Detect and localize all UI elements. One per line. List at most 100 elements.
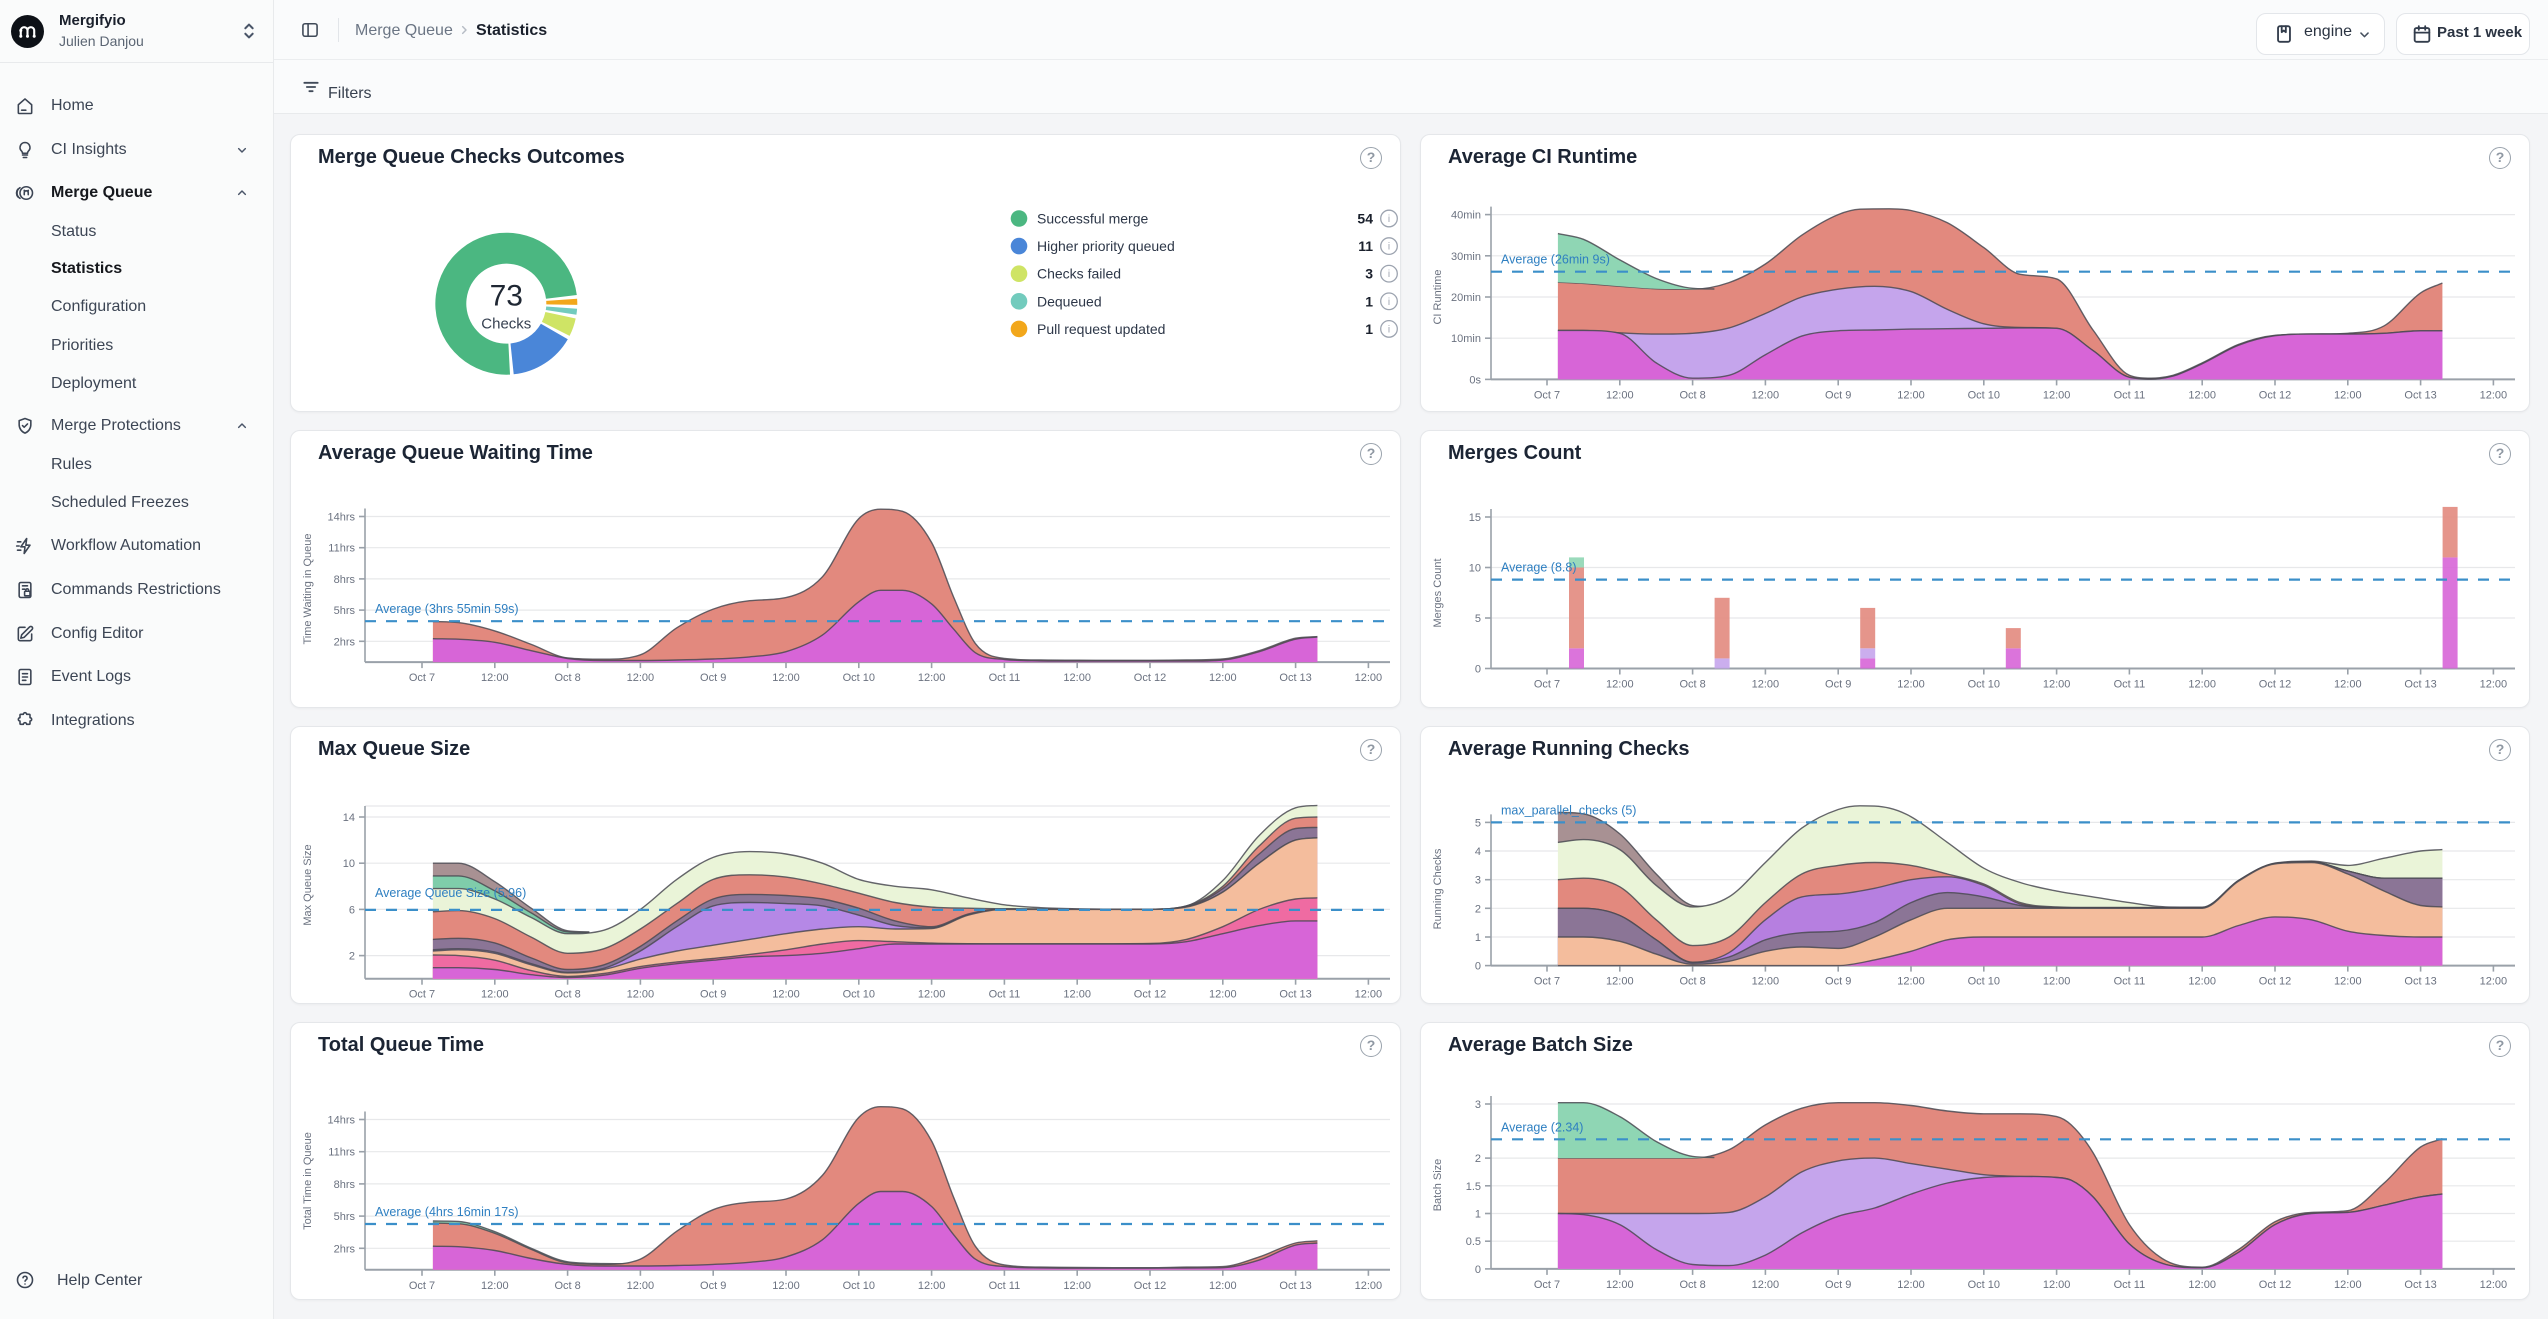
svg-text:Oct 10: Oct 10 [843, 672, 875, 684]
svg-text:12:00: 12:00 [1063, 672, 1091, 684]
svg-text:Oct 7: Oct 7 [409, 1280, 435, 1292]
svg-text:Oct 12: Oct 12 [2259, 389, 2291, 401]
svg-text:12:00: 12:00 [1897, 679, 1925, 691]
svg-text:i: i [1388, 324, 1390, 335]
svg-text:12:00: 12:00 [918, 989, 946, 1001]
svg-text:12:00: 12:00 [1355, 672, 1383, 684]
svg-text:Oct 13: Oct 13 [2404, 679, 2436, 691]
svg-text:12:00: 12:00 [1355, 1280, 1383, 1292]
svg-text:Max Queue Size: Max Queue Size [302, 844, 314, 925]
svg-text:Oct 13: Oct 13 [1279, 1280, 1311, 1292]
svg-text:12:00: 12:00 [481, 1280, 509, 1292]
svg-text:Oct 13: Oct 13 [2404, 976, 2436, 988]
svg-text:40min: 40min [1451, 210, 1481, 222]
svg-text:1: 1 [1475, 932, 1481, 944]
svg-text:15: 15 [1469, 512, 1481, 524]
svg-text:12:00: 12:00 [2043, 679, 2071, 691]
svg-text:Oct 12: Oct 12 [2259, 976, 2291, 988]
svg-text:8hrs: 8hrs [334, 574, 356, 586]
svg-text:Oct 12: Oct 12 [2259, 1279, 2291, 1291]
svg-text:1: 1 [1365, 293, 1373, 309]
svg-text:12:00: 12:00 [627, 1280, 655, 1292]
svg-text:12:00: 12:00 [2480, 389, 2508, 401]
svg-text:12:00: 12:00 [1752, 679, 1780, 691]
svg-text:Oct 10: Oct 10 [1968, 1279, 2000, 1291]
svg-text:12:00: 12:00 [1209, 989, 1237, 1001]
svg-text:12:00: 12:00 [1355, 989, 1383, 1001]
svg-text:Oct 9: Oct 9 [700, 1280, 726, 1292]
svg-text:2hrs: 2hrs [334, 636, 356, 648]
svg-text:5hrs: 5hrs [334, 1211, 356, 1223]
svg-text:Oct 11: Oct 11 [2114, 679, 2146, 691]
svg-text:11hrs: 11hrs [328, 1147, 355, 1159]
svg-text:Oct 12: Oct 12 [1134, 989, 1166, 1001]
svg-text:Oct 10: Oct 10 [1968, 679, 2000, 691]
svg-text:0s: 0s [1469, 374, 1481, 386]
svg-text:Oct 12: Oct 12 [1134, 1280, 1166, 1292]
svg-text:73: 73 [490, 280, 523, 313]
svg-text:12:00: 12:00 [2480, 976, 2508, 988]
svg-text:12:00: 12:00 [481, 989, 509, 1001]
svg-text:Oct 11: Oct 11 [989, 1280, 1021, 1292]
svg-text:2: 2 [349, 951, 355, 963]
svg-text:12:00: 12:00 [918, 1280, 946, 1292]
svg-text:Merges Count: Merges Count [1432, 558, 1444, 627]
svg-text:12:00: 12:00 [2480, 679, 2508, 691]
svg-text:12:00: 12:00 [1606, 976, 1634, 988]
svg-text:12:00: 12:00 [1606, 679, 1634, 691]
svg-text:10: 10 [343, 858, 355, 870]
svg-text:2: 2 [1475, 903, 1481, 915]
svg-text:Oct 11: Oct 11 [2114, 389, 2146, 401]
svg-text:12:00: 12:00 [627, 989, 655, 1001]
svg-text:2: 2 [1475, 1153, 1481, 1165]
svg-text:Oct 7: Oct 7 [1534, 679, 1560, 691]
svg-text:12:00: 12:00 [1063, 1280, 1091, 1292]
svg-text:12:00: 12:00 [1606, 1279, 1634, 1291]
svg-text:5: 5 [1475, 613, 1481, 625]
svg-text:10min: 10min [1451, 333, 1481, 345]
svg-text:i: i [1388, 269, 1390, 280]
svg-text:Average (8.8): Average (8.8) [1501, 561, 1577, 575]
svg-text:Oct 13: Oct 13 [1279, 989, 1311, 1001]
svg-text:Oct 8: Oct 8 [1679, 679, 1705, 691]
svg-text:12:00: 12:00 [2188, 1279, 2216, 1291]
svg-text:Oct 7: Oct 7 [409, 672, 435, 684]
svg-text:0: 0 [1475, 664, 1481, 676]
svg-text:Oct 8: Oct 8 [554, 989, 580, 1001]
svg-text:1: 1 [1365, 321, 1373, 337]
svg-text:12:00: 12:00 [627, 672, 655, 684]
svg-text:14hrs: 14hrs [327, 1115, 355, 1127]
svg-text:Higher priority queued: Higher priority queued [1037, 238, 1175, 254]
svg-text:CI Runtime: CI Runtime [1432, 269, 1444, 324]
svg-text:12:00: 12:00 [1063, 989, 1091, 1001]
svg-text:i: i [1388, 242, 1390, 253]
svg-text:12:00: 12:00 [918, 672, 946, 684]
svg-text:Successful merge: Successful merge [1037, 211, 1148, 227]
svg-text:Oct 10: Oct 10 [843, 1280, 875, 1292]
svg-text:8hrs: 8hrs [334, 1179, 356, 1191]
svg-text:i: i [1388, 214, 1390, 225]
svg-text:0: 0 [1475, 1264, 1481, 1276]
svg-text:Oct 13: Oct 13 [2404, 389, 2436, 401]
svg-text:12:00: 12:00 [2188, 976, 2216, 988]
svg-text:Batch Size: Batch Size [1432, 1159, 1444, 1212]
svg-text:Total Time in Queue: Total Time in Queue [302, 1132, 314, 1230]
svg-text:Oct 10: Oct 10 [1968, 389, 2000, 401]
svg-text:3: 3 [1475, 1099, 1481, 1111]
svg-text:Average Queue Size (5.96): Average Queue Size (5.96) [375, 886, 526, 900]
svg-text:12:00: 12:00 [1209, 1280, 1237, 1292]
svg-text:Oct 10: Oct 10 [1968, 976, 2000, 988]
svg-text:12:00: 12:00 [772, 1280, 800, 1292]
svg-text:12:00: 12:00 [2334, 976, 2362, 988]
svg-text:Oct 9: Oct 9 [1825, 976, 1851, 988]
svg-text:Oct 9: Oct 9 [1825, 389, 1851, 401]
svg-text:Oct 8: Oct 8 [554, 672, 580, 684]
svg-text:1.5: 1.5 [1466, 1181, 1481, 1193]
svg-text:Oct 11: Oct 11 [989, 672, 1021, 684]
svg-text:12:00: 12:00 [2334, 679, 2362, 691]
svg-text:Checks failed: Checks failed [1037, 266, 1121, 282]
svg-text:Oct 9: Oct 9 [1825, 679, 1851, 691]
svg-text:5hrs: 5hrs [334, 605, 356, 617]
svg-text:Oct 7: Oct 7 [409, 989, 435, 1001]
svg-text:3: 3 [1365, 266, 1373, 282]
